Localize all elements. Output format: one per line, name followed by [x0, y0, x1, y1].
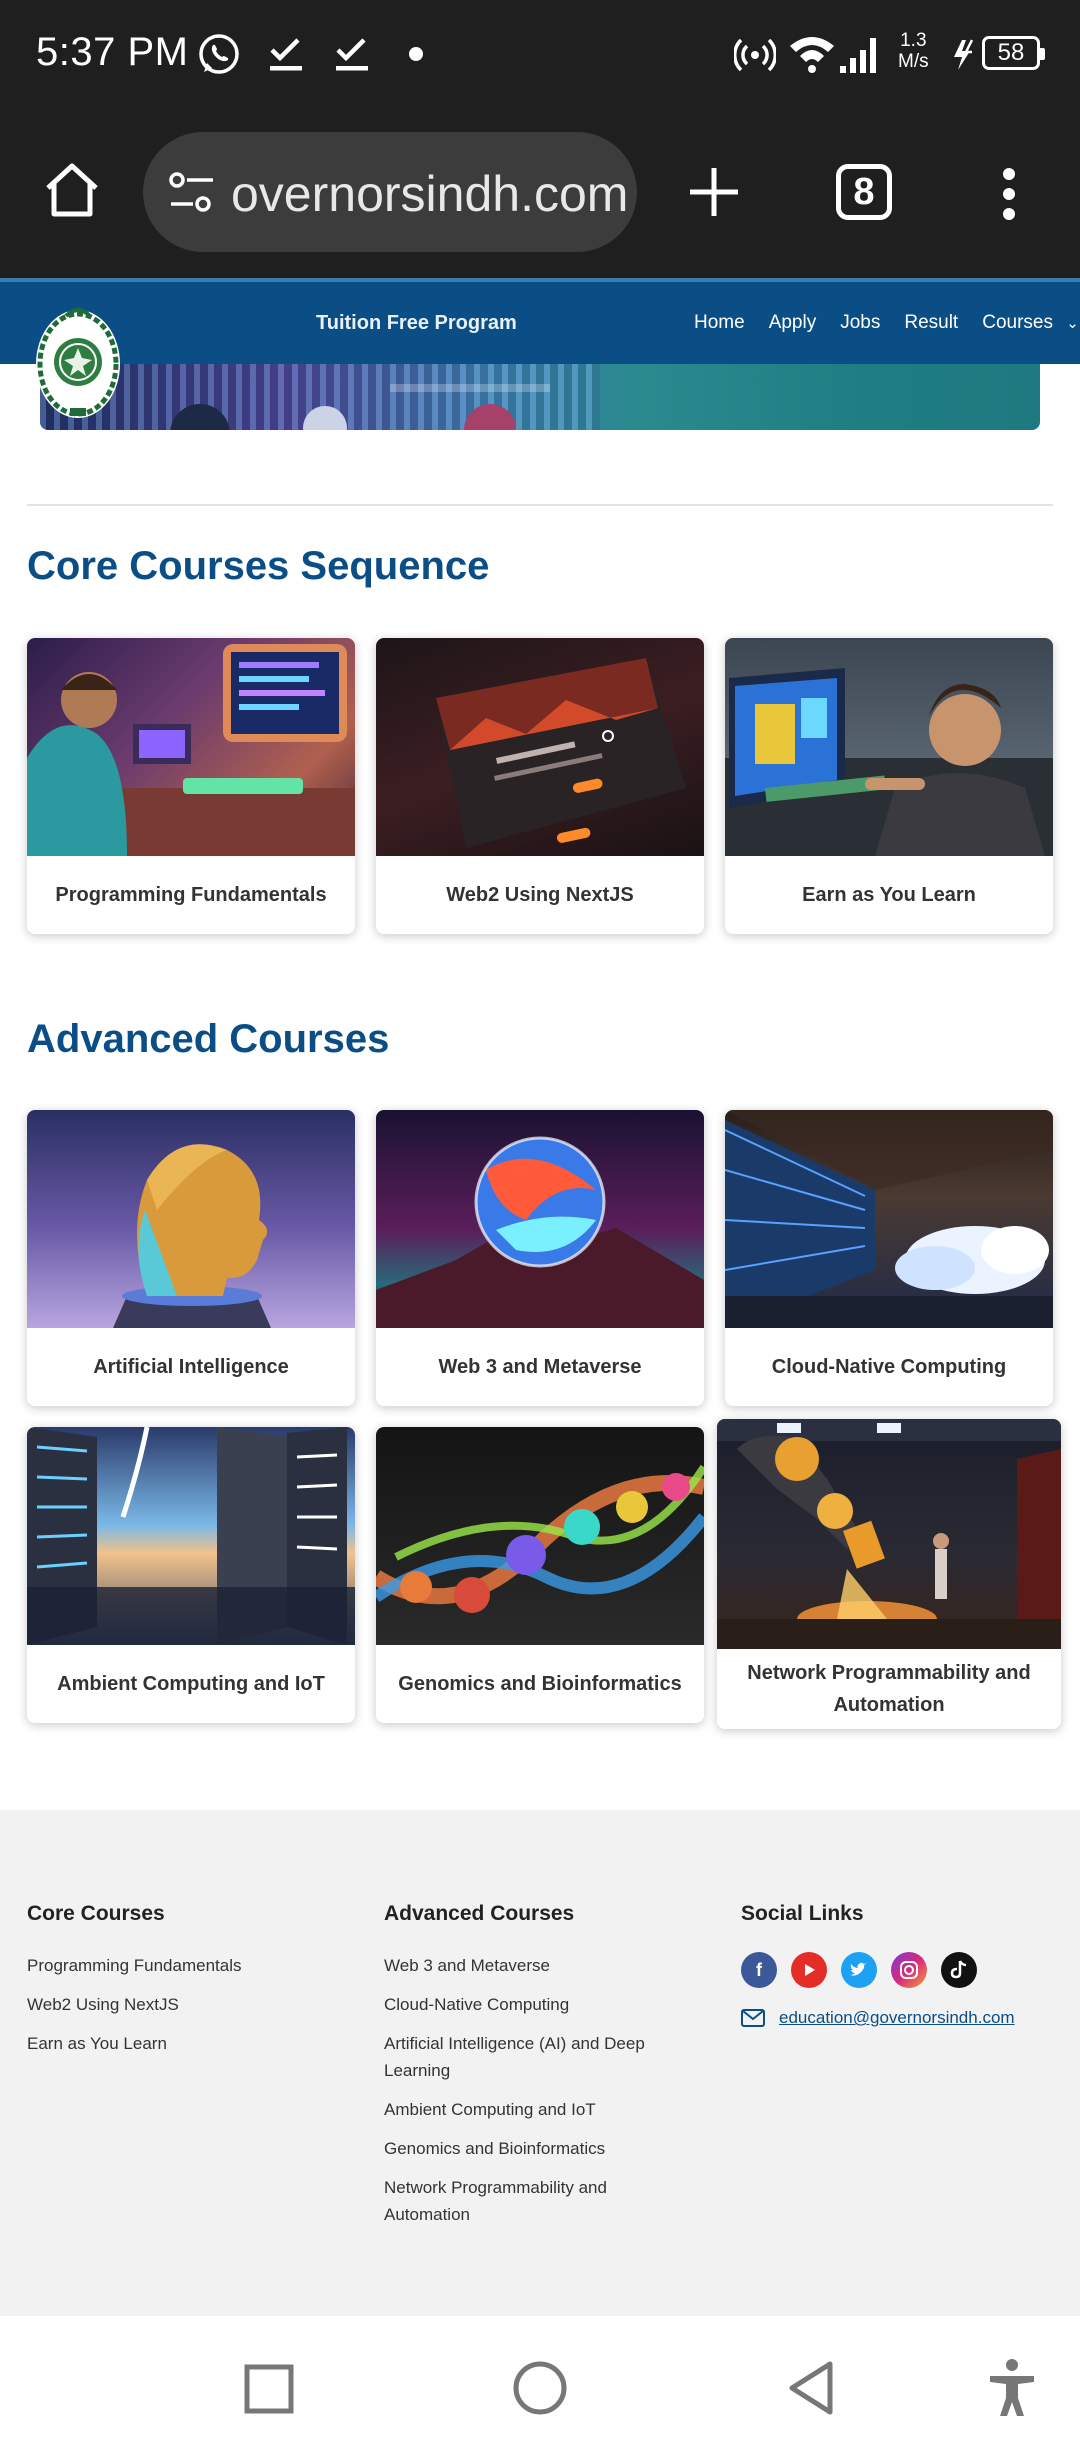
browser-toolbar: overnorsindh.com 8	[0, 108, 1080, 278]
speed-value: 1.3	[900, 30, 927, 51]
plus-icon[interactable]	[686, 164, 742, 220]
course-card-label: Programming Fundamentals	[55, 884, 327, 906]
youtube-icon[interactable]	[791, 1952, 827, 1988]
mail-icon	[741, 2009, 765, 2027]
core-courses-title: Core Courses Sequence	[27, 544, 490, 588]
course-card-web2-nextjs[interactable]: Web2 Using NextJS	[376, 638, 704, 934]
course-card-artificial-intelligence[interactable]: Artificial Intelligence	[27, 1110, 355, 1406]
facebook-icon[interactable]: f	[741, 1952, 777, 1988]
footer-social-links: Social Links f education@governorsindh.c…	[741, 1902, 1015, 2028]
nav-result[interactable]: Result	[904, 312, 958, 334]
email-link[interactable]: education@governorsindh.com	[779, 2008, 1015, 2028]
course-image	[27, 638, 355, 856]
course-image	[717, 1419, 1061, 1649]
dot-icon	[409, 47, 423, 61]
footer-heading: Social Links	[741, 1902, 864, 1925]
course-card-ambient-computing-iot[interactable]: Ambient Computing and IoT	[27, 1427, 355, 1723]
speed-unit: M/s	[898, 51, 929, 72]
footer-link[interactable]: Genomics and Bioinformatics	[384, 2135, 674, 2162]
check-icon	[336, 38, 368, 71]
nav-courses[interactable]: Courses ⌄	[982, 312, 1079, 334]
footer-heading: Advanced Courses	[384, 1902, 575, 1925]
footer-link[interactable]: Network Programmability and Automation	[384, 2174, 674, 2228]
course-image	[725, 638, 1053, 856]
footer-link[interactable]: Programming Fundamentals	[27, 1952, 317, 1979]
course-card-label: Web2 Using NextJS	[446, 884, 634, 906]
course-card-label: Earn as You Learn	[802, 884, 976, 906]
course-card-web3-metaverse[interactable]: Web 3 and Metaverse	[376, 1110, 704, 1406]
home-icon[interactable]	[40, 158, 104, 222]
footer-link[interactable]: Web 3 and Metaverse	[384, 1952, 674, 1979]
home-circle-icon[interactable]	[512, 2360, 568, 2416]
course-card-programming-fundamentals[interactable]: Programming Fundamentals	[27, 638, 355, 934]
course-card-label: Network Programmability and Automation	[747, 1662, 1031, 1716]
tune-icon[interactable]	[167, 168, 217, 216]
site-navbar: Tuition Free Program Home Apply Jobs Res…	[0, 278, 1080, 364]
nav-courses-label: Courses	[982, 312, 1053, 333]
course-card-label: Cloud-Native Computing	[771, 1356, 1007, 1378]
footer-link[interactable]: Artificial Intelligence (AI) and Deep Le…	[384, 2030, 674, 2084]
android-navigation-bar	[0, 2316, 1080, 2460]
check-icon	[270, 38, 302, 71]
advanced-courses-title: Advanced Courses	[27, 1017, 390, 1061]
back-icon[interactable]	[786, 2360, 836, 2416]
footer-link[interactable]: Cloud-Native Computing	[384, 1991, 674, 2018]
accessibility-icon[interactable]	[986, 2358, 1038, 2418]
address-bar[interactable]: overnorsindh.com	[143, 132, 637, 252]
nav-home[interactable]: Home	[694, 312, 745, 334]
footer-link[interactable]: Ambient Computing and IoT	[384, 2096, 674, 2123]
nav-apply[interactable]: Apply	[769, 312, 817, 334]
section-divider	[27, 504, 1053, 506]
more-vert-icon[interactable]	[996, 166, 1022, 222]
course-image	[376, 1110, 704, 1328]
course-image	[27, 1427, 355, 1645]
course-card-earn-as-you-learn[interactable]: Earn as You Learn	[725, 638, 1053, 934]
footer-link[interactable]: Web2 Using NextJS	[27, 1991, 317, 2018]
tab-switcher-button[interactable]: 8	[836, 164, 892, 220]
site-footer: Core Courses Programming Fundamentals We…	[0, 1810, 1080, 2316]
course-image	[27, 1110, 355, 1328]
tiktok-icon[interactable]	[941, 1952, 977, 1988]
nav-links: Home Apply Jobs Result Courses ⌄	[694, 312, 1079, 334]
charging-icon	[954, 39, 974, 70]
nav-jobs[interactable]: Jobs	[840, 312, 880, 334]
course-card-label: Genomics and Bioinformatics	[398, 1673, 682, 1695]
email-row: education@governorsindh.com	[741, 2008, 1015, 2028]
course-card-network-programmability[interactable]: Network Programmability and Automation	[717, 1419, 1061, 1729]
course-image	[376, 638, 704, 856]
social-icons: f	[741, 1952, 1015, 1988]
whatsapp-icon	[199, 34, 239, 74]
course-image	[376, 1427, 704, 1645]
course-card-label: Web 3 and Metaverse	[438, 1356, 642, 1378]
footer-core-courses: Core Courses Programming Fundamentals We…	[27, 1902, 317, 2069]
network-speed: 1.3 M/s	[898, 30, 929, 72]
twitter-icon[interactable]	[841, 1952, 877, 1988]
footer-advanced-courses: Advanced Courses Web 3 and Metaverse Clo…	[384, 1902, 674, 2240]
governor-sindh-logo[interactable]	[32, 304, 124, 422]
course-card-genomics-bioinformatics[interactable]: Genomics and Bioinformatics	[376, 1427, 704, 1723]
course-image	[725, 1110, 1053, 1328]
recents-icon[interactable]	[244, 2364, 294, 2414]
signal-icon	[840, 38, 876, 73]
hotspot-icon	[734, 38, 776, 72]
footer-heading: Core Courses	[27, 1902, 165, 1925]
status-bar: 5:37 PM 1.3 M/s 58	[0, 0, 1080, 108]
instagram-icon[interactable]	[891, 1952, 927, 1988]
footer-link[interactable]: Earn as You Learn	[27, 2030, 317, 2057]
hero-illustration	[170, 384, 550, 430]
site-title[interactable]: Tuition Free Program	[316, 312, 517, 335]
wifi-icon	[790, 37, 834, 73]
course-card-label: Artificial Intelligence	[93, 1356, 289, 1378]
course-card-cloud-native[interactable]: Cloud-Native Computing	[725, 1110, 1053, 1406]
url-text[interactable]: overnorsindh.com	[231, 165, 631, 223]
hero-banner-image	[40, 364, 1040, 430]
status-time: 5:37 PM	[36, 30, 189, 74]
chevron-down-icon: ⌄	[1066, 315, 1079, 332]
battery-indicator: 58	[982, 36, 1045, 70]
course-card-label: Ambient Computing and IoT	[57, 1673, 325, 1695]
